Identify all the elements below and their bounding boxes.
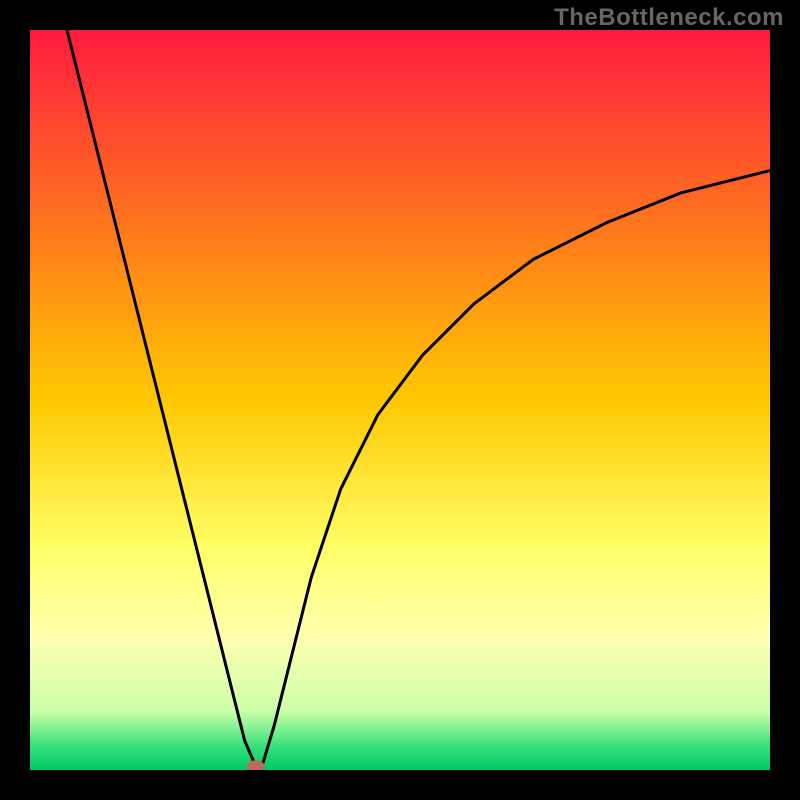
gradient-panel — [30, 30, 770, 770]
chart-frame: TheBottleneck.com — [0, 0, 800, 800]
watermark-text: TheBottleneck.com — [554, 4, 784, 32]
plot-area — [30, 30, 770, 770]
chart-svg — [30, 30, 770, 770]
